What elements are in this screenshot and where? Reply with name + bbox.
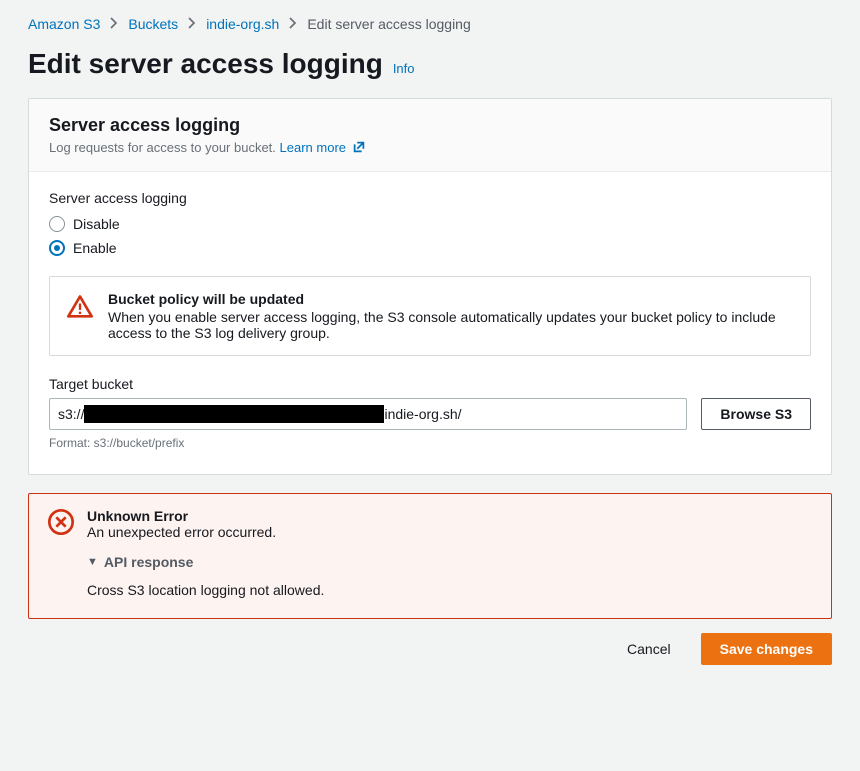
radio-disable[interactable]: Disable [49,212,811,236]
chevron-right-icon [110,17,118,31]
radio-enable[interactable]: Enable [49,236,811,260]
target-bucket-value-suffix: indie-org.sh/ [384,406,461,422]
chevron-right-icon [188,17,196,31]
callout-title: Bucket policy will be updated [108,291,794,307]
server-access-logging-panel: Server access logging Log requests for a… [28,98,832,475]
target-bucket-label: Target bucket [49,376,811,392]
panel-description: Log requests for access to your bucket. … [49,140,811,157]
api-response-label: API response [104,554,193,570]
external-link-icon [352,140,366,157]
breadcrumb-link-amazon-s3[interactable]: Amazon S3 [28,16,100,32]
info-link[interactable]: Info [393,61,415,76]
error-alert: Unknown Error An unexpected error occurr… [28,493,832,619]
panel-header: Server access logging Log requests for a… [29,99,831,172]
breadcrumb-link-buckets[interactable]: Buckets [128,16,178,32]
page-title: Edit server access logging Info [28,48,832,80]
browse-s3-button[interactable]: Browse S3 [701,398,811,430]
error-message: Cross S3 location logging not allowed. [87,582,813,598]
triangle-down-icon: ▼ [87,556,98,568]
radio-icon [49,216,65,232]
radio-enable-label: Enable [73,240,117,256]
chevron-right-icon [289,17,297,31]
target-bucket-hint: Format: s3://bucket/prefix [49,436,811,450]
redacted-segment [84,405,384,423]
radio-icon [49,240,65,256]
callout-text: When you enable server access logging, t… [108,309,794,341]
learn-more-text: Learn more [280,140,346,155]
page-title-text: Edit server access logging [28,48,383,80]
panel-description-text: Log requests for access to your bucket. [49,140,276,155]
target-bucket-input[interactable]: s3:// indie-org.sh/ [49,398,687,430]
logging-radio-group: Disable Enable [49,212,811,260]
error-subtitle: An unexpected error occurred. [87,524,276,540]
breadcrumb-current: Edit server access logging [307,16,470,32]
form-actions: Cancel Save changes [28,633,832,665]
breadcrumb-link-bucket-name[interactable]: indie-org.sh [206,16,279,32]
radio-disable-label: Disable [73,216,120,232]
warning-triangle-icon [66,293,94,341]
error-circle-icon [47,508,75,539]
error-title: Unknown Error [87,508,276,524]
logging-field-label: Server access logging [49,190,811,206]
target-bucket-value-prefix: s3:// [58,406,84,422]
breadcrumb: Amazon S3 Buckets indie-org.sh Edit serv… [28,16,832,32]
panel-heading: Server access logging [49,115,811,136]
policy-update-callout: Bucket policy will be updated When you e… [49,276,811,356]
save-changes-button[interactable]: Save changes [701,633,832,665]
learn-more-link[interactable]: Learn more [280,140,366,155]
api-response-toggle[interactable]: ▼ API response [87,554,193,570]
cancel-button[interactable]: Cancel [609,633,689,665]
